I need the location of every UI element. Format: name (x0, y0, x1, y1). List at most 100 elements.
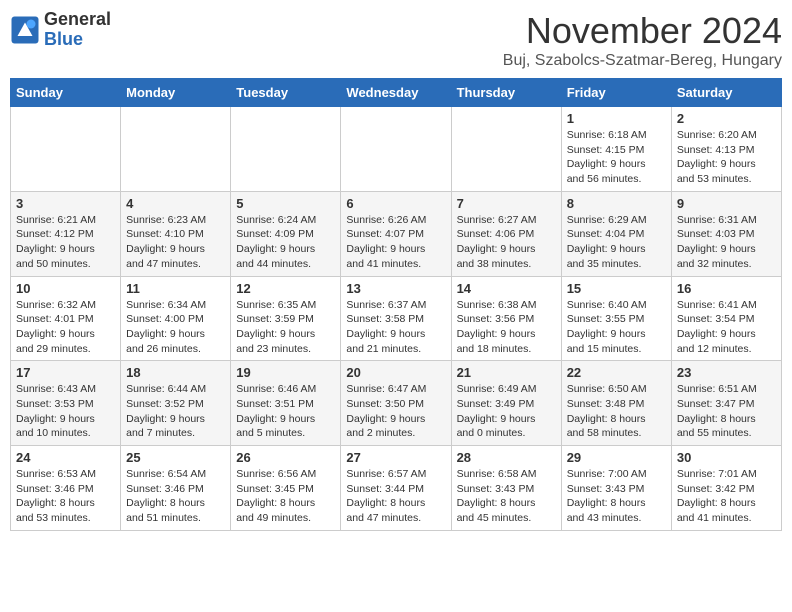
calendar-cell: 8 Sunrise: 6:29 AM Sunset: 4:04 PM Daylig… (561, 191, 671, 276)
weekday-header-friday: Friday (561, 79, 671, 107)
day-info: Sunrise: 6:43 AM Sunset: 3:53 PM Dayligh… (16, 382, 115, 441)
day-info: Sunrise: 6:18 AM Sunset: 4:15 PM Dayligh… (567, 128, 666, 187)
day-info: Sunrise: 6:35 AM Sunset: 3:59 PM Dayligh… (236, 298, 335, 357)
header: General Blue November 2024 Buj, Szabolcs… (10, 10, 782, 70)
calendar-cell: 21Sunrise: 6:49 AM Sunset: 3:49 PM Dayli… (451, 361, 561, 446)
calendar-cell: 22 Sunrise: 6:50 AM Sunset: 3:48 PM Dayli… (561, 361, 671, 446)
weekday-header-row: SundayMondayTuesdayWednesdayThursdayFrid… (11, 79, 782, 107)
day-number: 23 (677, 365, 776, 380)
calendar-cell: 24 Sunrise: 6:53 AM Sunset: 3:46 PM Dayli… (11, 446, 121, 531)
day-info: Sunrise: 6:37 AM Sunset: 3:58 PM Dayligh… (346, 298, 445, 357)
day-number: 30 (677, 450, 776, 465)
logo-blue-text: Blue (44, 30, 111, 50)
day-info: Sunrise: 6:58 AM Sunset: 3:43 PM Dayligh… (457, 467, 556, 526)
logo: General Blue (10, 10, 111, 50)
day-number: 4 (126, 196, 225, 211)
day-info: Sunrise: 6:23 AM Sunset: 4:10 PM Dayligh… (126, 213, 225, 272)
logo-general-text: General (44, 10, 111, 30)
calendar-cell: 19Sunrise: 6:46 AM Sunset: 3:51 PM Dayli… (231, 361, 341, 446)
calendar-cell: 27 Sunrise: 6:57 AM Sunset: 3:44 PM Dayli… (341, 446, 451, 531)
day-info: Sunrise: 6:38 AM Sunset: 3:56 PM Dayligh… (457, 298, 556, 357)
day-number: 12 (236, 281, 335, 296)
calendar-cell: 14 Sunrise: 6:38 AM Sunset: 3:56 PM Dayli… (451, 276, 561, 361)
calendar-cell (341, 107, 451, 192)
day-number: 29 (567, 450, 666, 465)
calendar-cell: 17 Sunrise: 6:43 AM Sunset: 3:53 PM Dayli… (11, 361, 121, 446)
weekday-header-monday: Monday (121, 79, 231, 107)
calendar-cell (121, 107, 231, 192)
day-info: Sunrise: 6:57 AM Sunset: 3:44 PM Dayligh… (346, 467, 445, 526)
calendar-cell: 13 Sunrise: 6:37 AM Sunset: 3:58 PM Dayli… (341, 276, 451, 361)
calendar-cell: 3 Sunrise: 6:21 AM Sunset: 4:12 PM Daylig… (11, 191, 121, 276)
weekday-header-saturday: Saturday (671, 79, 781, 107)
calendar-cell: 16 Sunrise: 6:41 AM Sunset: 3:54 PM Dayli… (671, 276, 781, 361)
day-info: Sunrise: 6:34 AM Sunset: 4:00 PM Dayligh… (126, 298, 225, 357)
day-number: 10 (16, 281, 115, 296)
day-number: 3 (16, 196, 115, 211)
day-info: Sunrise: 6:41 AM Sunset: 3:54 PM Dayligh… (677, 298, 776, 357)
day-info: Sunrise: 6:49 AM Sunset: 3:49 PM Dayligh… (457, 382, 556, 441)
calendar-body: 1 Sunrise: 6:18 AM Sunset: 4:15 PM Daylig… (11, 107, 782, 531)
day-info: Sunrise: 6:21 AM Sunset: 4:12 PM Dayligh… (16, 213, 115, 272)
day-number: 28 (457, 450, 556, 465)
calendar-cell: 29 Sunrise: 7:00 AM Sunset: 3:43 PM Dayli… (561, 446, 671, 531)
day-number: 26 (236, 450, 335, 465)
calendar-table: SundayMondayTuesdayWednesdayThursdayFrid… (10, 78, 782, 531)
day-number: 27 (346, 450, 445, 465)
calendar-week-5: 24 Sunrise: 6:53 AM Sunset: 3:46 PM Dayli… (11, 446, 782, 531)
location-title: Buj, Szabolcs-Szatmar-Bereg, Hungary (503, 52, 782, 70)
day-number: 24 (16, 450, 115, 465)
day-number: 7 (457, 196, 556, 211)
day-info: Sunrise: 6:29 AM Sunset: 4:04 PM Dayligh… (567, 213, 666, 272)
day-number: 15 (567, 281, 666, 296)
day-number: 25 (126, 450, 225, 465)
day-info: Sunrise: 6:27 AM Sunset: 4:06 PM Dayligh… (457, 213, 556, 272)
day-info: Sunrise: 7:01 AM Sunset: 3:42 PM Dayligh… (677, 467, 776, 526)
calendar-cell: 25 Sunrise: 6:54 AM Sunset: 3:46 PM Dayli… (121, 446, 231, 531)
calendar-cell: 28 Sunrise: 6:58 AM Sunset: 3:43 PM Dayli… (451, 446, 561, 531)
day-info: Sunrise: 6:26 AM Sunset: 4:07 PM Dayligh… (346, 213, 445, 272)
day-number: 9 (677, 196, 776, 211)
day-info: Sunrise: 6:46 AM Sunset: 3:51 PM Dayligh… (236, 382, 335, 441)
day-number: 11 (126, 281, 225, 296)
calendar-cell: 10Sunrise: 6:32 AM Sunset: 4:01 PM Dayli… (11, 276, 121, 361)
day-info: Sunrise: 6:24 AM Sunset: 4:09 PM Dayligh… (236, 213, 335, 272)
calendar-cell: 7 Sunrise: 6:27 AM Sunset: 4:06 PM Daylig… (451, 191, 561, 276)
calendar-cell: 5Sunrise: 6:24 AM Sunset: 4:09 PM Daylig… (231, 191, 341, 276)
calendar-cell (231, 107, 341, 192)
day-number: 22 (567, 365, 666, 380)
day-info: Sunrise: 6:44 AM Sunset: 3:52 PM Dayligh… (126, 382, 225, 441)
calendar-week-4: 17 Sunrise: 6:43 AM Sunset: 3:53 PM Dayli… (11, 361, 782, 446)
day-number: 17 (16, 365, 115, 380)
day-info: Sunrise: 6:31 AM Sunset: 4:03 PM Dayligh… (677, 213, 776, 272)
day-info: Sunrise: 6:54 AM Sunset: 3:46 PM Dayligh… (126, 467, 225, 526)
day-number: 13 (346, 281, 445, 296)
calendar-cell: 18 Sunrise: 6:44 AM Sunset: 3:52 PM Dayli… (121, 361, 231, 446)
title-area: November 2024 Buj, Szabolcs-Szatmar-Bere… (503, 10, 782, 70)
weekday-header-thursday: Thursday (451, 79, 561, 107)
day-info: Sunrise: 7:00 AM Sunset: 3:43 PM Dayligh… (567, 467, 666, 526)
calendar-week-2: 3 Sunrise: 6:21 AM Sunset: 4:12 PM Daylig… (11, 191, 782, 276)
day-number: 20 (346, 365, 445, 380)
calendar-cell (11, 107, 121, 192)
calendar-cell: 12 Sunrise: 6:35 AM Sunset: 3:59 PM Dayli… (231, 276, 341, 361)
day-info: Sunrise: 6:51 AM Sunset: 3:47 PM Dayligh… (677, 382, 776, 441)
calendar-cell: 9 Sunrise: 6:31 AM Sunset: 4:03 PM Daylig… (671, 191, 781, 276)
day-number: 14 (457, 281, 556, 296)
logo-text: General Blue (44, 10, 111, 50)
calendar-cell: 6Sunrise: 6:26 AM Sunset: 4:07 PM Daylig… (341, 191, 451, 276)
day-number: 1 (567, 111, 666, 126)
month-title: November 2024 (503, 10, 782, 52)
day-info: Sunrise: 6:50 AM Sunset: 3:48 PM Dayligh… (567, 382, 666, 441)
weekday-header-wednesday: Wednesday (341, 79, 451, 107)
calendar-cell: 1 Sunrise: 6:18 AM Sunset: 4:15 PM Daylig… (561, 107, 671, 192)
day-info: Sunrise: 6:40 AM Sunset: 3:55 PM Dayligh… (567, 298, 666, 357)
day-info: Sunrise: 6:47 AM Sunset: 3:50 PM Dayligh… (346, 382, 445, 441)
day-number: 8 (567, 196, 666, 211)
calendar-cell: 4 Sunrise: 6:23 AM Sunset: 4:10 PM Daylig… (121, 191, 231, 276)
day-info: Sunrise: 6:53 AM Sunset: 3:46 PM Dayligh… (16, 467, 115, 526)
day-number: 16 (677, 281, 776, 296)
calendar-cell (451, 107, 561, 192)
day-number: 18 (126, 365, 225, 380)
calendar-cell: 11 Sunrise: 6:34 AM Sunset: 4:00 PM Dayli… (121, 276, 231, 361)
